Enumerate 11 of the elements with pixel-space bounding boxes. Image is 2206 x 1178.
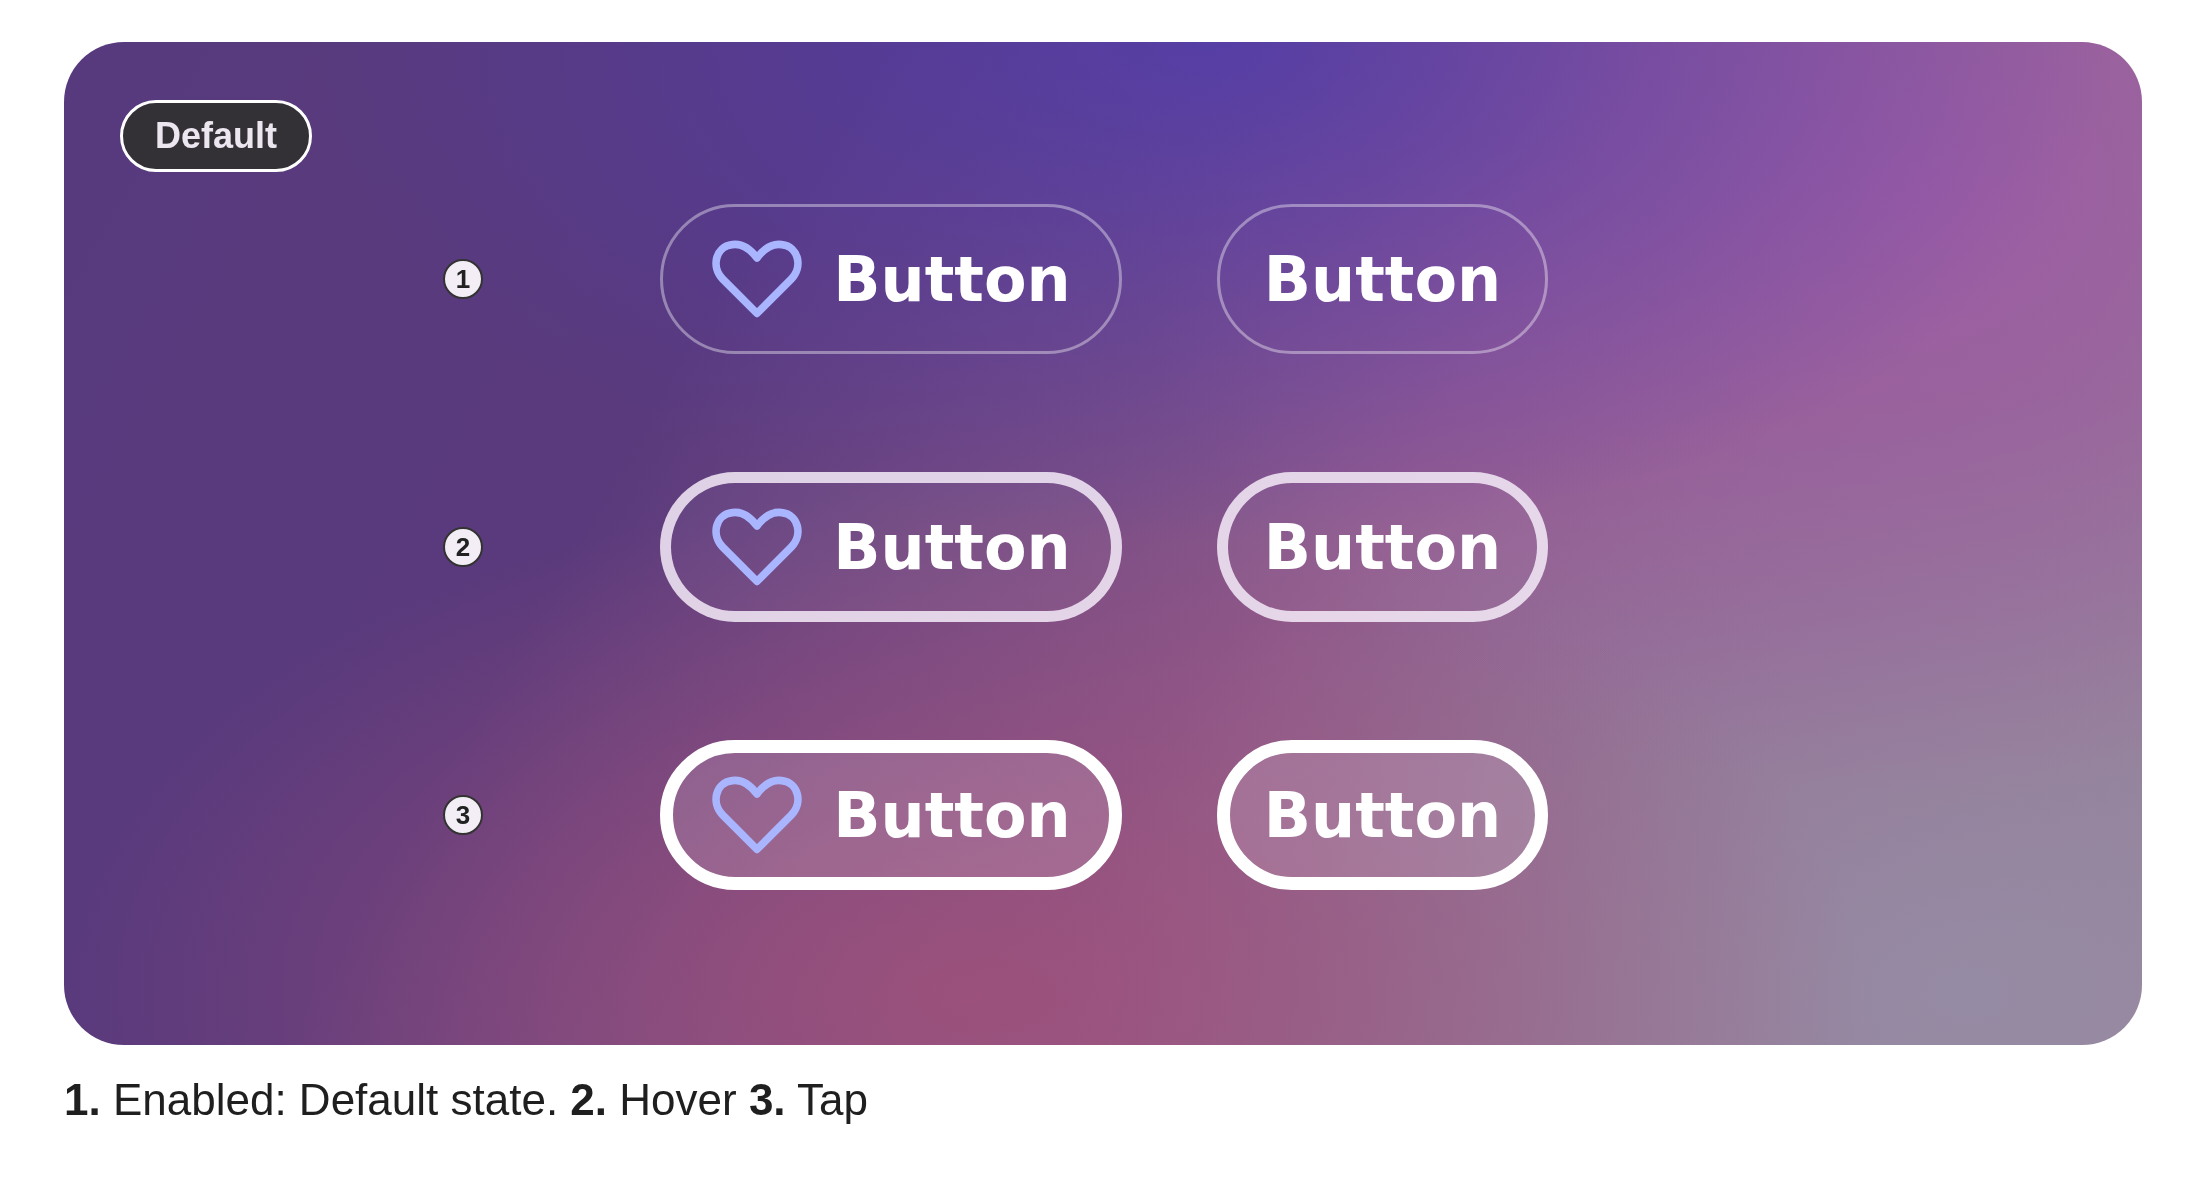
state-badge: Default [120,100,312,172]
button[interactable]: Button [660,204,1122,354]
button[interactable]: Button [660,740,1122,890]
caption-text: 1. Enabled: Default state. 2. Hover 3. Tap [64,1075,869,1125]
step-number: 2 [443,527,483,567]
button[interactable]: Button [1217,472,1548,622]
button[interactable]: Button [660,472,1122,622]
button[interactable]: Button [1217,204,1548,354]
step-number: 1 [443,259,483,299]
step-number: 3 [443,795,483,835]
button[interactable]: Button [1217,740,1548,890]
